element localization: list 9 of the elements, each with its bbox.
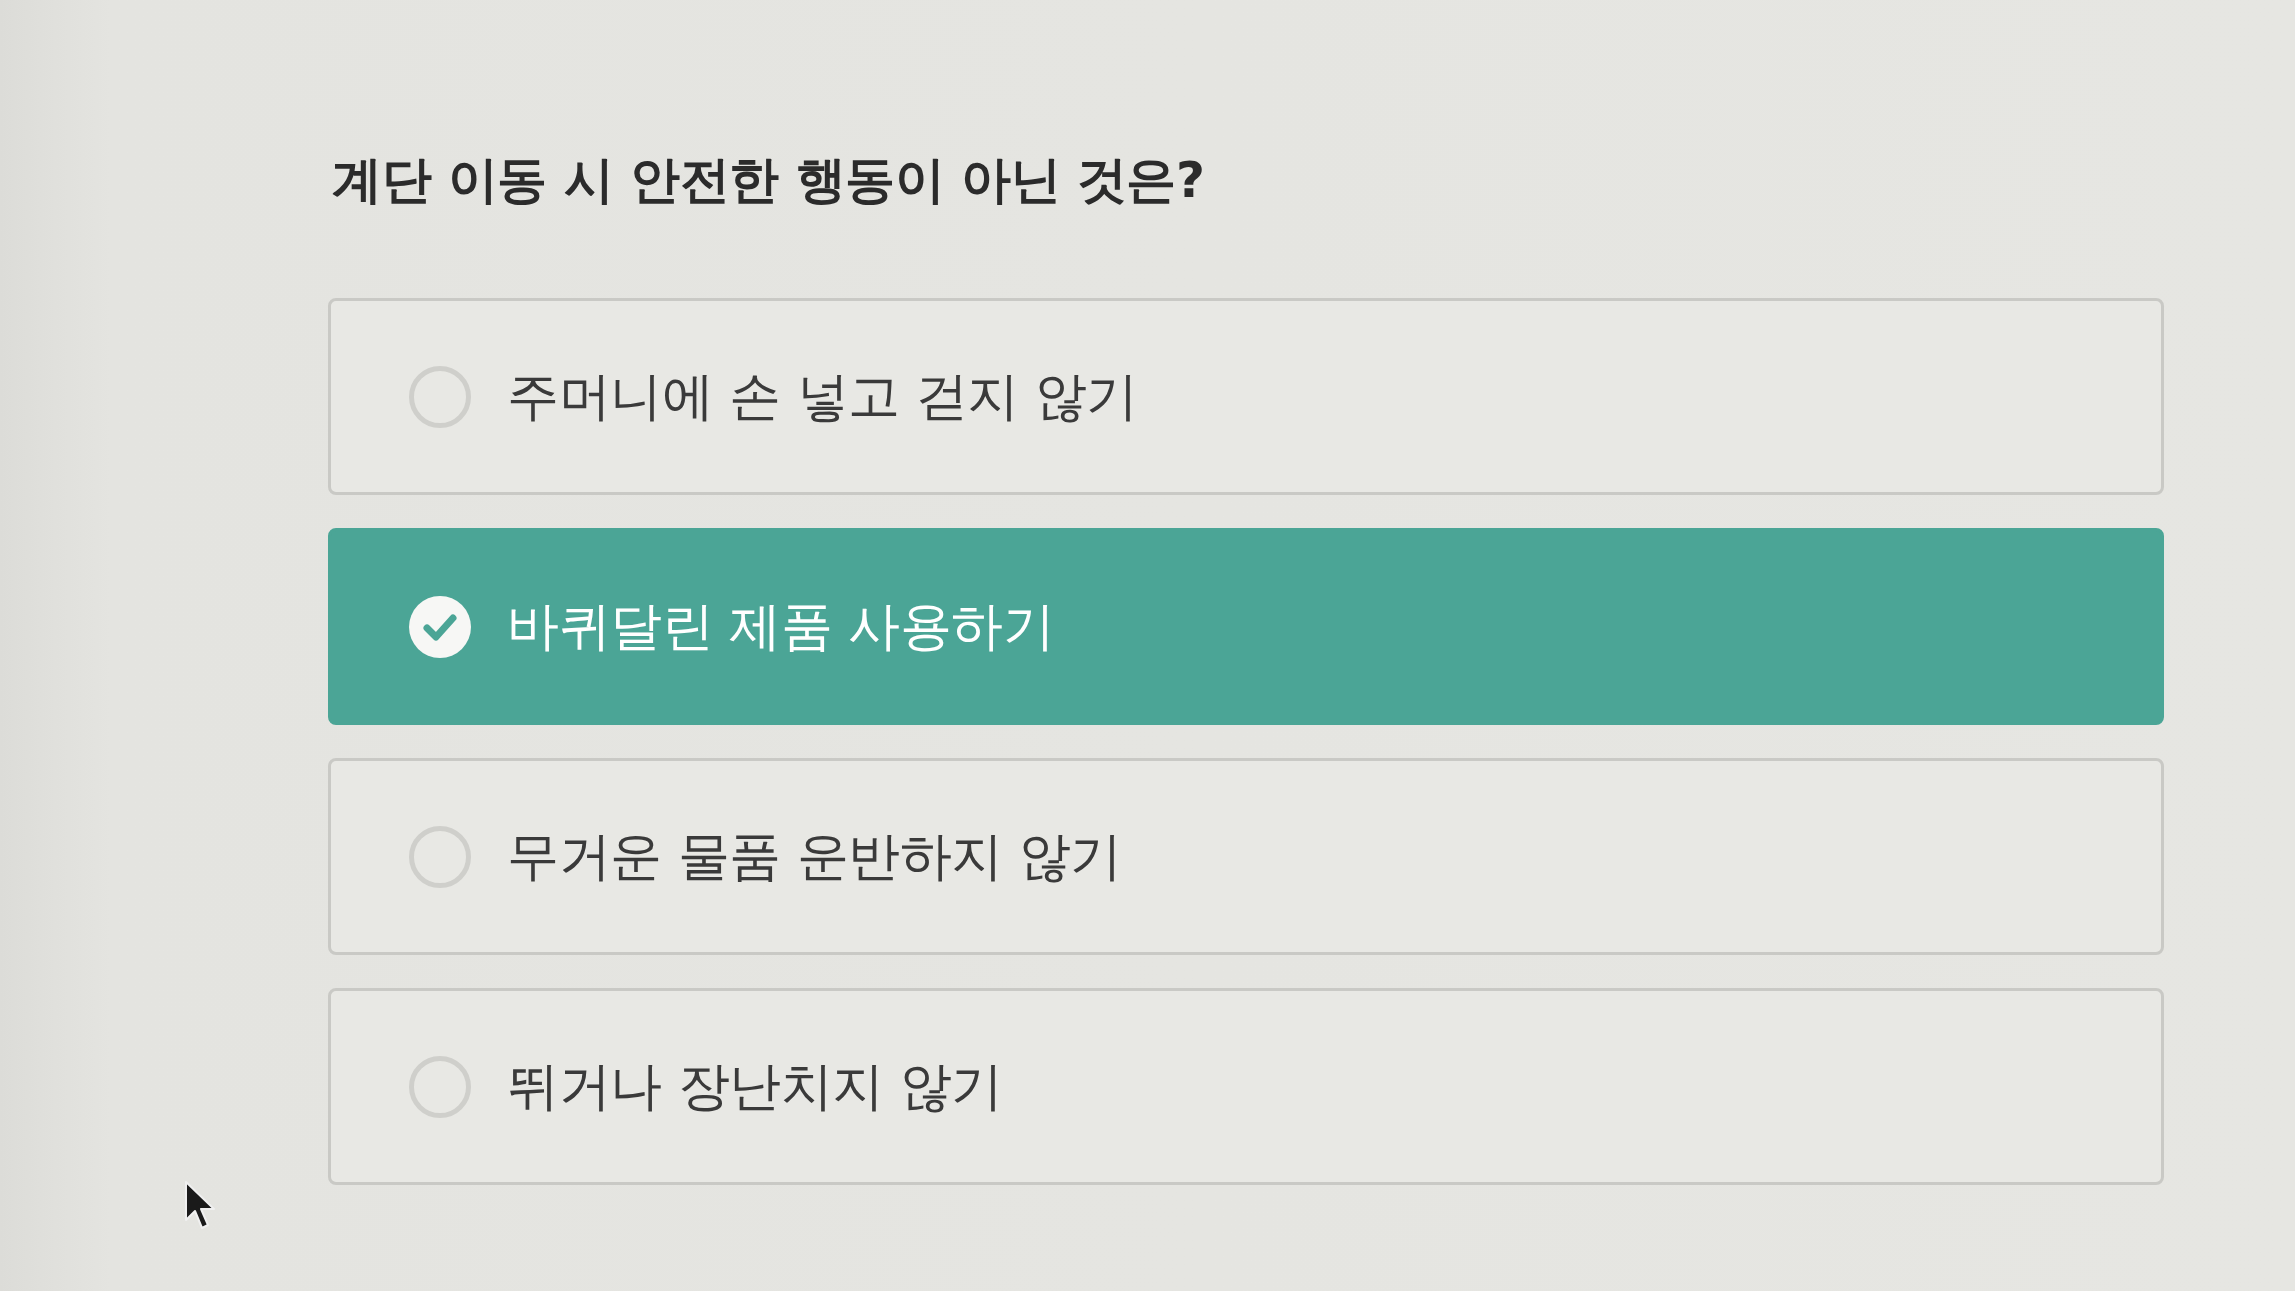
question-title: 계단 이동 시 안전한 행동이 아닌 것은?: [332, 150, 1206, 210]
radio-circle-icon: [409, 365, 471, 428]
check-circle-icon: [409, 595, 471, 658]
answer-option[interactable]: 무거운 물품 운반하지 않기: [328, 758, 2164, 955]
radio-circle-icon: [409, 1055, 471, 1118]
mouse-pointer-icon: [184, 1180, 218, 1232]
answer-option[interactable]: 뛰거나 장난치지 않기: [328, 988, 2164, 1185]
answer-option[interactable]: 주머니에 손 넣고 걷지 않기: [328, 298, 2164, 495]
radio-circle-icon: [409, 825, 471, 888]
